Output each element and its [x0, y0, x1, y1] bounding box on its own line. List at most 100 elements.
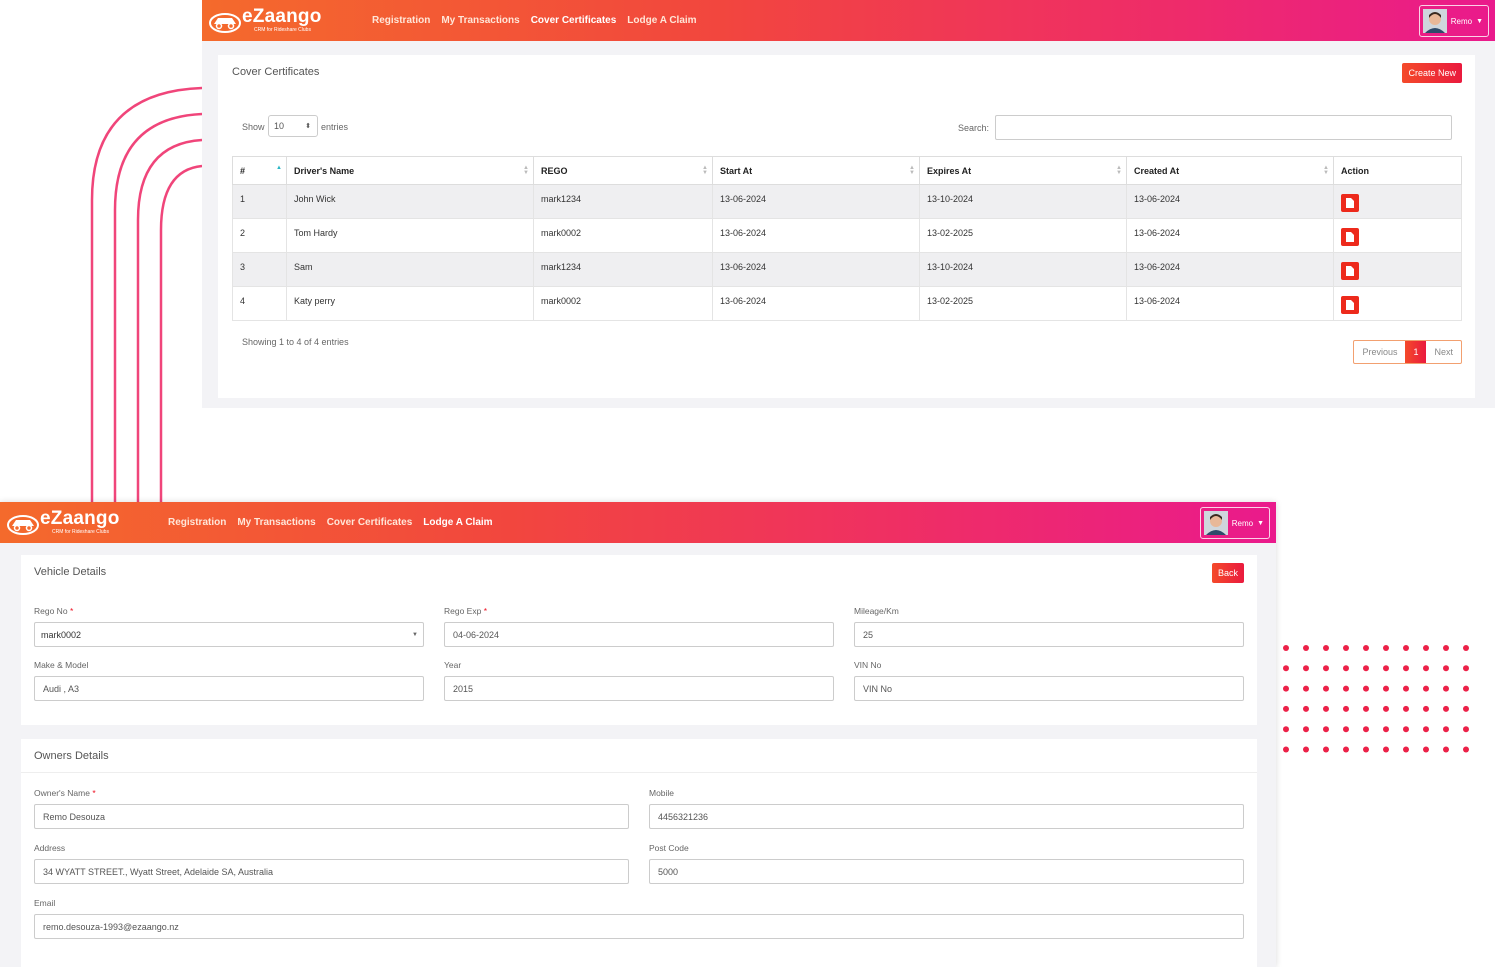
brand-logo[interactable]: eZaango CRM for Rideshare Clubs [208, 6, 358, 34]
nav-registration[interactable]: Registration [168, 517, 226, 528]
back-button[interactable]: Back [1211, 563, 1244, 583]
select-arrows-icon: ⬍ [305, 123, 311, 130]
cell-start: 13-06-2024 [712, 252, 920, 287]
rego-exp-label: Rego Exp * [444, 606, 488, 616]
decorative-dot [1363, 705, 1369, 712]
document-icon[interactable] [1341, 296, 1359, 314]
year-label: Year [444, 660, 462, 670]
entries-select[interactable]: 10 ⬍ [268, 115, 318, 137]
column-header-rego[interactable]: REGO ▲ ▼ [533, 156, 713, 185]
decorative-dot [1363, 685, 1369, 692]
owners-details-card: Owners Details Owner's Name * Remo Desou… [21, 739, 1257, 967]
rego-no-label: Rego No * [34, 606, 74, 616]
cell-created: 13-06-2024 [1126, 252, 1334, 287]
document-icon[interactable] [1341, 194, 1359, 212]
decorative-dot [1403, 726, 1409, 733]
cell-number: 1 [232, 184, 287, 219]
vin-input[interactable]: VIN No [854, 676, 1244, 701]
nav-cover-certificates[interactable]: Cover Certificates [531, 15, 617, 26]
decorative-dot [1363, 645, 1369, 651]
cell-number: 4 [232, 286, 287, 321]
rego-exp-input[interactable]: 04-06-2024 [444, 622, 834, 647]
decorative-dot [1343, 726, 1349, 733]
table-header-row: # ▲ Driver's Name ▲ ▼ REGO ▲ ▼ Start At ▲ ▼ Exp… [232, 156, 1462, 185]
document-icon[interactable] [1341, 262, 1359, 280]
vin-value: VIN No [863, 683, 893, 694]
mobile-value: 4456321236 [658, 811, 709, 822]
top-navbar: eZaango CRM for Rideshare Clubs Registra… [0, 502, 1276, 543]
cell-expires: 13-10-2024 [919, 252, 1127, 287]
document-icon[interactable] [1341, 228, 1359, 246]
decorative-dot [1383, 705, 1389, 712]
decorative-dot [1383, 645, 1389, 651]
decorative-dot [1423, 645, 1429, 651]
rego-no-value: mark0002 [41, 629, 82, 640]
cell-rego: mark0002 [533, 218, 713, 253]
user-menu-button[interactable]: Remo ▼ [1199, 507, 1270, 539]
decorative-dot [1343, 665, 1349, 672]
nav-lodge-a-claim[interactable]: Lodge A Claim [423, 517, 492, 528]
column-header-expires[interactable]: Expires At ▲ ▼ [919, 156, 1127, 185]
vehicle-details-card: Vehicle Details Back Rego No * mark0002 … [21, 555, 1257, 725]
cell-action [1333, 252, 1462, 287]
decorative-dot [1463, 726, 1469, 733]
car-logo-icon [209, 12, 241, 33]
table-row: 4 Katy perry mark0002 13-06-2024 13-02-2… [232, 286, 1462, 321]
column-header-created[interactable]: Created At ▲ ▼ [1126, 156, 1334, 185]
cell-rego: mark1234 [533, 184, 713, 219]
address-input[interactable]: 34 WYATT STREET., Wyatt Street, Adelaide… [34, 859, 629, 884]
nav-my-transactions[interactable]: My Transactions [441, 15, 519, 26]
entries-label: entries [321, 122, 349, 132]
decorative-dot [1443, 685, 1449, 692]
decorative-dot [1283, 746, 1289, 753]
required-marker: * [92, 788, 96, 798]
previous-button[interactable]: Previous [1354, 341, 1405, 363]
main-nav: Registration My Transactions Cover Certi… [168, 517, 493, 528]
top-navbar: eZaango CRM for Rideshare Clubs Registra… [202, 0, 1495, 41]
cell-number: 3 [232, 252, 287, 287]
search-input[interactable] [995, 115, 1452, 140]
cell-expires: 13-10-2024 [919, 184, 1127, 219]
email-label: Email [34, 898, 56, 908]
user-menu-button[interactable]: Remo ▼ [1418, 5, 1489, 37]
owner-name-value: Remo Desouza [43, 811, 106, 822]
decorative-dot [1283, 685, 1289, 692]
brand-name: eZaango [242, 6, 322, 27]
decorative-dot [1303, 645, 1309, 651]
nav-registration[interactable]: Registration [372, 15, 430, 26]
decorative-dot [1283, 665, 1289, 672]
create-new-button[interactable]: Create New [1402, 63, 1462, 83]
nav-lodge-a-claim[interactable]: Lodge A Claim [627, 15, 696, 26]
mileage-input[interactable]: 25 [854, 622, 1244, 647]
rego-exp-value: 04-06-2024 [453, 629, 500, 640]
make-model-input[interactable]: Audi , A3 [34, 676, 424, 701]
brand-logo[interactable]: eZaango CRM for Rideshare Clubs [6, 509, 156, 536]
table-row: 1 John Wick mark1234 13-06-2024 13-10-20… [232, 184, 1462, 219]
decorative-dot [1323, 746, 1329, 753]
post-code-input[interactable]: 5000 [649, 859, 1244, 884]
next-button[interactable]: Next [1426, 341, 1461, 363]
decorative-dot [1423, 665, 1429, 672]
post-code-value: 5000 [658, 866, 679, 877]
nav-cover-certificates[interactable]: Cover Certificates [327, 517, 413, 528]
decorative-dot [1403, 746, 1409, 753]
decorative-dot [1443, 726, 1449, 733]
owner-name-input[interactable]: Remo Desouza [34, 804, 629, 829]
column-header-driver[interactable]: Driver's Name ▲ ▼ [286, 156, 534, 185]
sort-icon: ▲ ▼ [909, 165, 915, 176]
sort-asc-icon: ▲ [276, 165, 282, 171]
rego-no-select[interactable]: mark0002 ▼ [34, 622, 424, 647]
year-input[interactable]: 2015 [444, 676, 834, 701]
cell-created: 13-06-2024 [1126, 218, 1334, 253]
page-1-button[interactable]: 1 [1405, 341, 1427, 363]
nav-my-transactions[interactable]: My Transactions [237, 517, 315, 528]
decorative-dot [1323, 665, 1329, 672]
decorative-dot [1323, 685, 1329, 692]
column-header-start[interactable]: Start At ▲ ▼ [712, 156, 920, 185]
card-divider [21, 772, 1257, 773]
brand-tagline: CRM for Rideshare Clubs [52, 529, 109, 535]
email-input[interactable]: remo.desouza-1993@ezaango.nz [34, 914, 1244, 939]
column-header-number[interactable]: # ▲ [232, 156, 287, 185]
mobile-input[interactable]: 4456321236 [649, 804, 1244, 829]
decorative-dot [1443, 705, 1449, 712]
